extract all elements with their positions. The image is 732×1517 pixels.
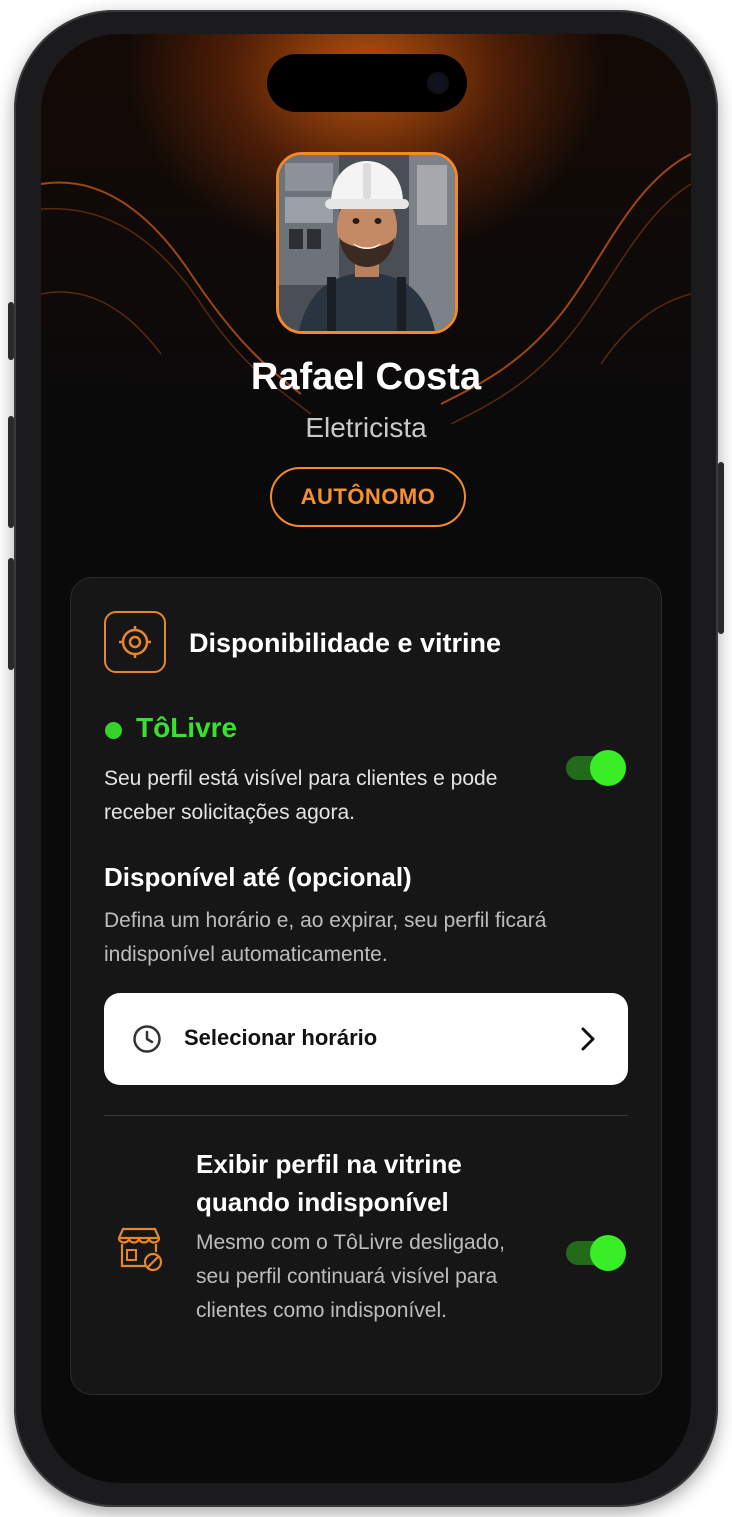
electrician-photo	[279, 155, 455, 331]
power-button	[718, 462, 724, 634]
storefront-icon	[117, 1227, 163, 1272]
select-time-label: Selecionar horário	[184, 1025, 378, 1050]
status-dot	[105, 722, 122, 739]
profile-name: Rafael Costa	[250, 356, 482, 398]
available-until-title: Disponível até (opcional)	[104, 862, 412, 892]
status-label: TôLivre	[136, 712, 238, 743]
divider	[104, 1115, 628, 1116]
chevron-right-icon	[581, 1027, 595, 1051]
status-badge: AUTÔNOMO	[270, 467, 466, 527]
screen: Rafael Costa Eletricista AUTÔNOMO Dispon…	[41, 34, 691, 1483]
select-time-button[interactable]: Selecionar horário	[104, 993, 628, 1085]
tolivre-toggle[interactable]	[566, 750, 626, 786]
availability-card: Disponibilidade e vitrine TôLivre Seu pe…	[70, 577, 662, 1395]
camera-icon	[427, 72, 449, 94]
showcase-title: Exibir perfil na vitrine quando indispon…	[196, 1149, 462, 1217]
available-until-description: Defina um horário e, ao expirar, seu per…	[104, 909, 547, 966]
phone-frame: Rafael Costa Eletricista AUTÔNOMO Dispon…	[8, 10, 724, 1507]
clock-icon	[133, 1025, 161, 1053]
status-description: Seu perfil está visível para clientes e …	[104, 767, 498, 824]
showcase-description: Mesmo com o TôLivre desligado, seu perfi…	[196, 1231, 505, 1322]
avatar	[276, 152, 458, 334]
showcase-toggle[interactable]	[566, 1235, 626, 1271]
target-icon	[104, 611, 166, 673]
card-title: Disponibilidade e vitrine	[189, 628, 502, 658]
dynamic-island	[267, 54, 467, 112]
action-button	[8, 302, 14, 360]
toggle-knob	[590, 1235, 626, 1271]
volume-up-button	[8, 416, 14, 528]
toggle-knob	[590, 750, 626, 786]
profile-role: Eletricista	[305, 412, 427, 443]
volume-down-button	[8, 558, 14, 670]
